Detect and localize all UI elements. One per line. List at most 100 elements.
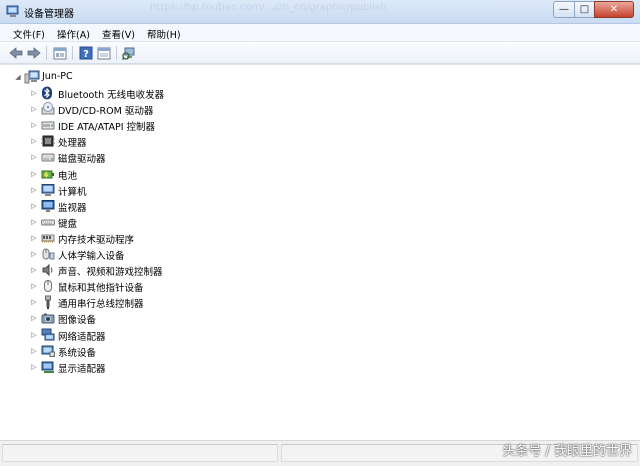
tree-item-label: 人体学输入设备	[58, 251, 125, 262]
tree-item-label: 声音、视频和游戏控制器	[58, 267, 163, 279]
tree-item[interactable]: ▷ IDE ATA/ATAPI 控制器	[0, 117, 600, 133]
tree-item[interactable]: ▷ 网络适配器	[0, 327, 600, 343]
memory-icon	[41, 231, 55, 245]
tree-item[interactable]: ▷ 通用串行总线控制器	[0, 294, 600, 310]
expand-toggle-icon[interactable]: ▷	[30, 137, 38, 145]
tree-item-label: 通用串行总线控制器	[58, 299, 144, 311]
imaging-icon	[41, 311, 55, 325]
tree-item[interactable]: ▷ 人体学输入设备	[0, 246, 600, 262]
usb-icon	[41, 295, 55, 310]
ghost-url-text: https://hp.toutiao.com/.../zh_cn/graphic…	[150, 2, 387, 13]
view-icon[interactable]	[96, 45, 112, 61]
menu-view[interactable]: 查看(V)	[102, 27, 135, 41]
expand-toggle-icon[interactable]: ▷	[30, 202, 38, 210]
tree-item-label: 图像设备	[58, 315, 97, 327]
monitor-icon	[41, 199, 55, 213]
tree-item[interactable]: ▷ 鼠标和其他指针设备	[0, 278, 600, 294]
expand-toggle-icon[interactable]: ▷	[30, 347, 38, 355]
toolbar-separator	[116, 46, 117, 60]
tree-item-label: 键盘	[58, 218, 78, 230]
tree-item[interactable]: ▷ DVD/CD-ROM 驱动器	[0, 101, 600, 117]
expand-toggle-icon[interactable]: ▷	[30, 331, 38, 339]
tree-item-label: 监视器	[58, 202, 87, 214]
svg-text:?: ?	[83, 49, 89, 60]
sound-icon	[41, 263, 55, 277]
dvd-drive-icon	[41, 102, 55, 116]
expand-toggle-icon[interactable]: ▷	[30, 89, 38, 97]
tree-item[interactable]: ▷ 处理器	[0, 133, 600, 149]
hid-icon	[41, 247, 55, 261]
window-title: 设备管理器	[24, 9, 74, 20]
minimize-button[interactable]: —	[553, 1, 575, 18]
display-adapter-icon	[41, 360, 55, 374]
tree-root-label: Jun-PC	[42, 71, 73, 82]
back-arrow-icon[interactable]	[8, 45, 24, 61]
expand-toggle-icon[interactable]: ▷	[30, 282, 38, 290]
expand-toggle-icon[interactable]: ▷	[30, 298, 38, 306]
tree-item-label: 计算机	[58, 186, 87, 198]
tree-root-node[interactable]: ◢ Jun-PC	[0, 69, 600, 85]
device-tree: ◢ Jun-PC ▷ Bluetooth 无线电收发器 ▷ DVD/CD-ROM 驱动…	[0, 64, 640, 440]
expand-toggle-icon[interactable]: ▷	[30, 266, 38, 274]
properties-icon[interactable]	[52, 45, 68, 61]
scan-hardware-icon[interactable]	[121, 45, 137, 61]
tree-item[interactable]: ▷ Bluetooth 无线电收发器	[0, 85, 600, 101]
toolbar-separator	[46, 46, 47, 60]
menu-bar: 文件(F) 操作(A) 查看(V) 帮助(H)	[0, 24, 640, 42]
expand-toggle-icon[interactable]: ▷	[30, 234, 38, 242]
help-icon[interactable]: ?	[78, 45, 94, 61]
keyboard-icon	[41, 215, 55, 229]
tree-item[interactable]: ▷ 电池	[0, 166, 600, 182]
disk-drive-icon	[41, 150, 55, 164]
forward-arrow-icon[interactable]	[26, 45, 42, 61]
tree-item[interactable]: ▷ 声音、视频和游戏控制器	[0, 262, 600, 278]
menu-file[interactable]: 文件(F)	[13, 27, 45, 41]
bluetooth-icon	[41, 86, 55, 100]
tree-item-label: 系统设备	[58, 347, 97, 359]
tree-item-label: IDE ATA/ATAPI 控制器	[58, 122, 156, 134]
tree-item[interactable]: ▷ 磁盘驱动器	[0, 149, 600, 165]
maximize-button[interactable]: □	[574, 1, 595, 18]
tree-item[interactable]: ▷ 系统设备	[0, 343, 600, 359]
expand-toggle-icon[interactable]: ▷	[30, 186, 38, 194]
close-button[interactable]: ✕	[594, 1, 634, 18]
network-adapter-icon	[41, 328, 55, 342]
tree-item-label: DVD/CD-ROM 驱动器	[58, 106, 154, 118]
tree-item[interactable]: ▷ 内存技术驱动程序	[0, 230, 600, 246]
computer-icon	[41, 183, 55, 197]
tree-item-label: 鼠标和其他指针设备	[58, 283, 144, 295]
status-pane-main	[2, 444, 278, 462]
expand-toggle-icon[interactable]: ▷	[30, 250, 38, 258]
expand-toggle-icon[interactable]: ▷	[30, 170, 38, 178]
tree-item[interactable]: ▷ 计算机	[0, 182, 600, 198]
tree-item-label: 电池	[58, 170, 78, 182]
expand-toggle-icon[interactable]: ▷	[30, 105, 38, 113]
tree-item-label: 显示适配器	[58, 363, 106, 375]
toolbar-separator	[72, 46, 73, 60]
tree-item-label: 处理器	[58, 138, 87, 150]
menu-help[interactable]: 帮助(H)	[147, 27, 181, 41]
mouse-icon	[41, 279, 55, 293]
battery-icon	[41, 167, 55, 181]
menu-action[interactable]: 操作(A)	[57, 27, 90, 41]
watermark-text: 头条号 / 我眼里的世界	[502, 444, 632, 459]
expand-toggle-icon[interactable]: ▷	[30, 218, 38, 226]
system-device-icon	[41, 344, 55, 358]
expand-toggle-icon[interactable]: ▷	[30, 314, 38, 322]
ide-controller-icon	[41, 118, 55, 132]
tree-item[interactable]: ▷ 监视器	[0, 198, 600, 214]
toolbar: ?	[0, 42, 640, 64]
expand-toggle-icon[interactable]: ▷	[30, 363, 38, 371]
device-manager-app-icon	[6, 5, 20, 18]
title-bar[interactable]: 设备管理器 https://hp.toutiao.com/.../zh_cn/g…	[0, 0, 640, 24]
tree-item-label: 磁盘驱动器	[58, 154, 106, 166]
tree-item[interactable]: ▷ 图像设备	[0, 310, 600, 326]
tree-item-label: Bluetooth 无线电收发器	[58, 90, 165, 101]
expand-toggle-icon[interactable]: ▷	[30, 153, 38, 161]
tree-item[interactable]: ▷ 显示适配器	[0, 359, 600, 375]
computer-root-icon	[24, 70, 40, 84]
collapse-toggle-icon[interactable]: ◢	[14, 73, 22, 81]
tree-item[interactable]: ▷ 键盘	[0, 214, 600, 230]
tree-item-label: 网络适配器	[58, 331, 106, 343]
expand-toggle-icon[interactable]: ▷	[30, 121, 38, 129]
